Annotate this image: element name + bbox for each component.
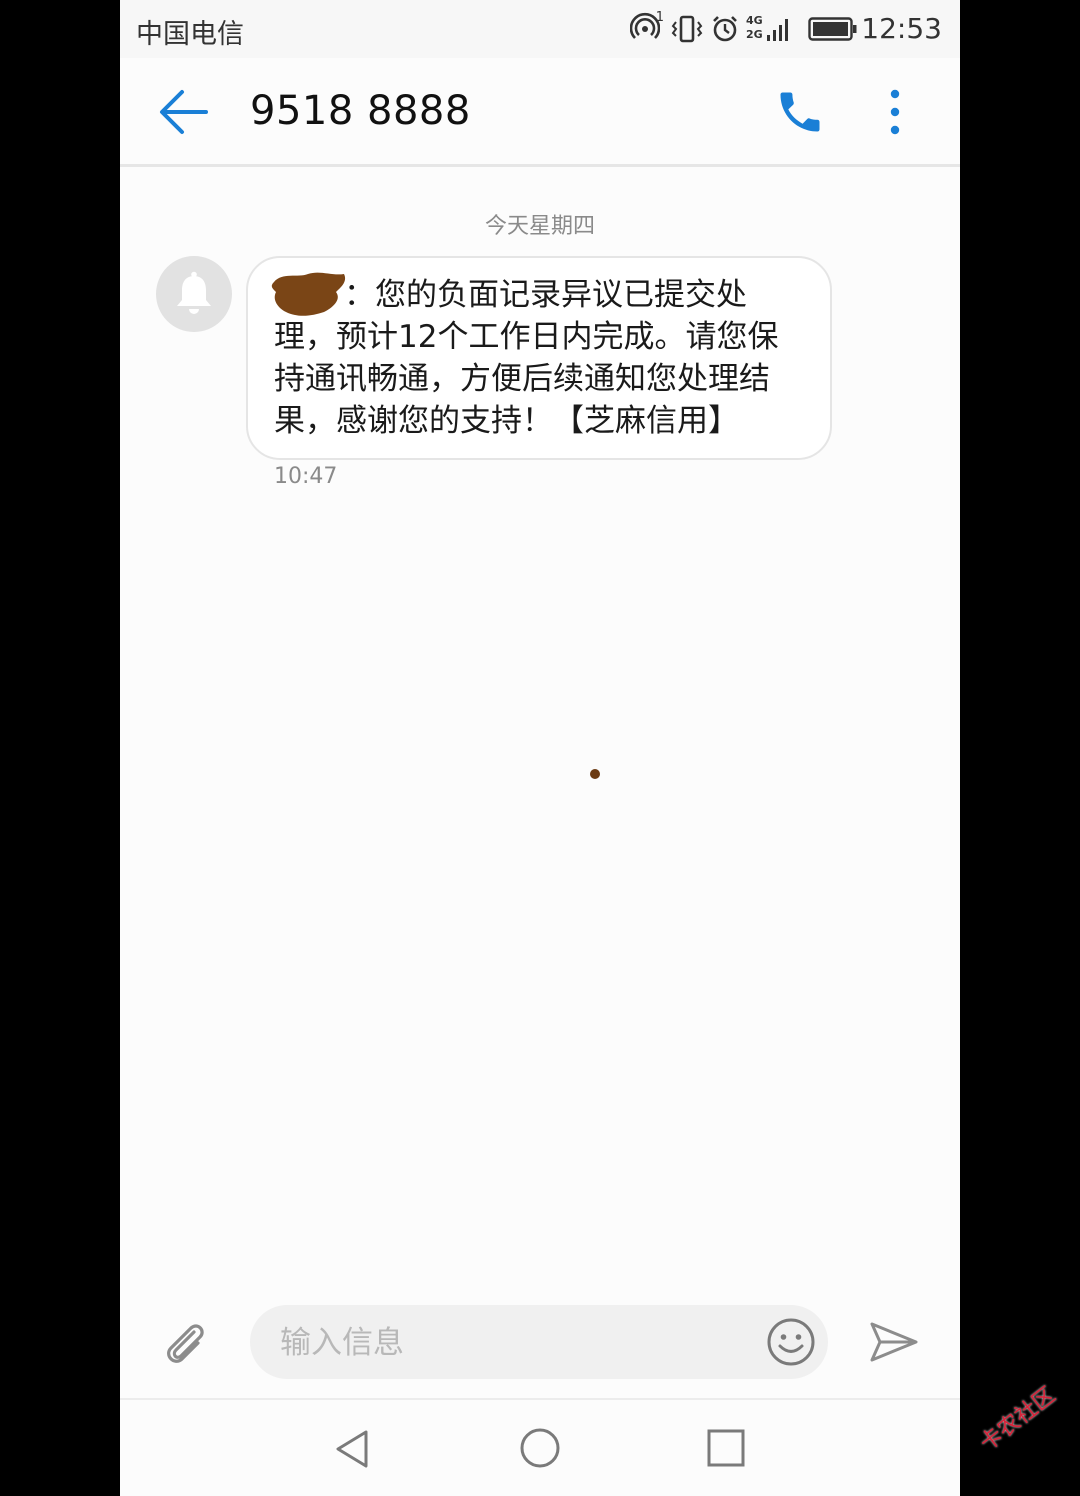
- redaction-mark: [271, 272, 346, 316]
- more-vertical-icon: [890, 89, 900, 135]
- back-arrow-icon: [160, 90, 208, 134]
- smiley-icon: [767, 1318, 815, 1366]
- send-button[interactable]: [868, 1318, 920, 1366]
- nav-recents-square-icon: [707, 1429, 745, 1467]
- phone-screen: 中国电信 1 4G 2G 12:53 9518 8888 今天星期四 ：您的负面…: [120, 0, 960, 1496]
- nav-home-button[interactable]: [518, 1426, 562, 1470]
- battery-icon: [808, 16, 858, 42]
- status-clock: 12:53: [861, 12, 942, 45]
- sender-avatar[interactable]: [156, 256, 232, 332]
- stray-mark: [590, 769, 600, 779]
- nav-recents-button[interactable]: [706, 1428, 746, 1468]
- hotspot-count: 1: [655, 10, 664, 25]
- notification-bell-icon: [177, 271, 211, 314]
- more-options-button[interactable]: [880, 86, 910, 138]
- vibrate-icon: [670, 14, 704, 44]
- send-icon: [870, 1322, 918, 1362]
- call-button[interactable]: [774, 86, 826, 138]
- system-navigation-bar: [120, 1398, 960, 1496]
- phone-icon: [780, 92, 820, 132]
- signal-icon: 4G 2G: [746, 14, 794, 44]
- paperclip-icon: [167, 1324, 204, 1363]
- emoji-button[interactable]: [766, 1317, 816, 1367]
- message-input-container[interactable]: [250, 1305, 828, 1379]
- nav-home-circle-icon: [520, 1428, 560, 1468]
- message-input[interactable]: [278, 1317, 742, 1369]
- conversation-header: 9518 8888: [120, 58, 960, 167]
- nav-back-triangle-icon: [336, 1430, 368, 1468]
- nav-back-button[interactable]: [332, 1428, 372, 1470]
- attach-button[interactable]: [160, 1318, 210, 1368]
- status-icons: 1 4G 2G: [629, 10, 858, 48]
- message-text: ：您的负面记录异议已提交处 理，预计12个工作日内完成。请您保 持通讯畅通，方便…: [274, 277, 779, 439]
- site-watermark: 卡农社区: [975, 1382, 1061, 1457]
- date-separator: 今天星期四: [484, 214, 595, 239]
- alarm-icon: [710, 14, 740, 44]
- message-timestamp: 10:47: [274, 464, 338, 489]
- status-bar: 中国电信 1 4G 2G 12:53: [120, 0, 960, 58]
- message-bubble[interactable]: ：您的负面记录异议已提交处 理，预计12个工作日内完成。请您保 持通讯畅通，方便…: [246, 256, 832, 460]
- contact-number: 9518 8888: [250, 88, 471, 134]
- back-button[interactable]: [156, 86, 212, 138]
- hotspot-icon: 1: [629, 10, 664, 46]
- carrier-name: 中国电信: [136, 19, 244, 50]
